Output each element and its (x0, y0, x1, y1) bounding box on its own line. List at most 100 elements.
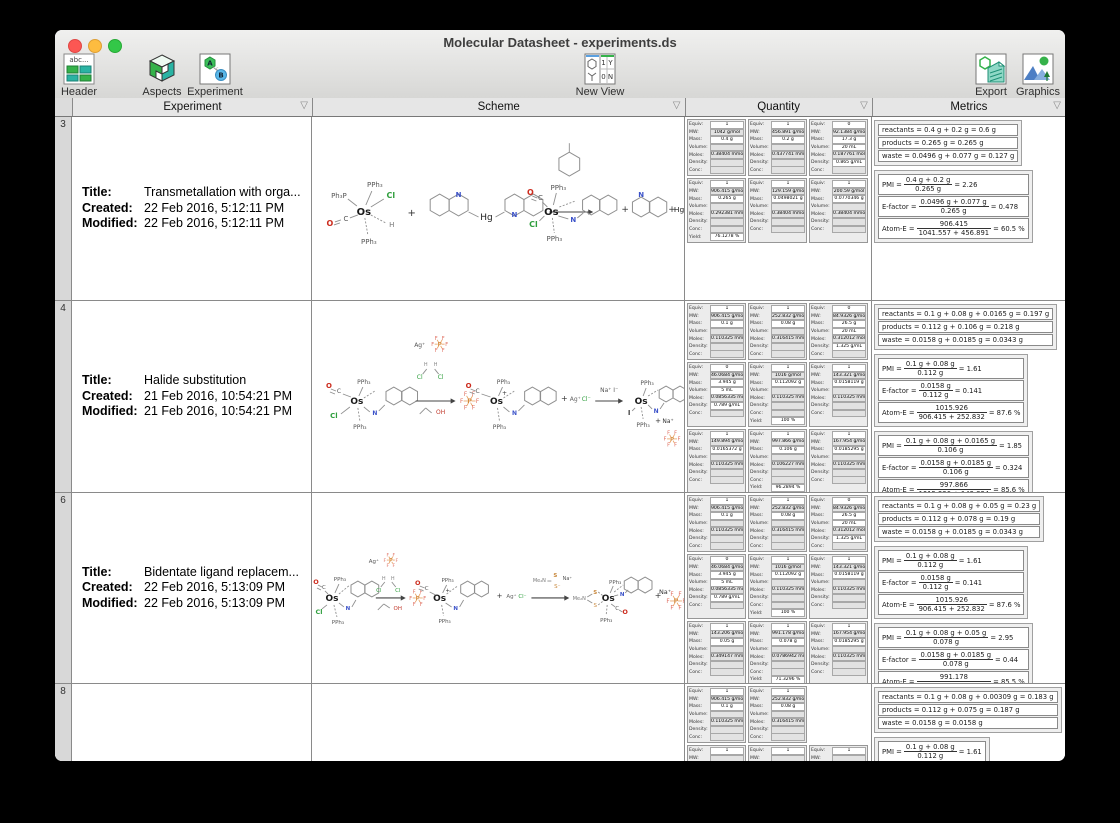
column-header-experiment[interactable]: Experiment ▽ (73, 98, 313, 116)
svg-text:Ph₃P: Ph₃P (331, 192, 347, 200)
column-header-metrics[interactable]: Metrics ▽ (873, 98, 1065, 116)
mw-field[interactable] (710, 755, 744, 761)
yield-field[interactable]: 100 % (771, 417, 805, 425)
conc-field[interactable] (771, 166, 805, 174)
row-number[interactable]: 3 (55, 117, 72, 300)
quantity-form[interactable]: Equiv:1MW:252.832 g/molMass:0.08 gVolume… (748, 303, 807, 360)
conc-field[interactable] (771, 226, 805, 234)
yield-field[interactable]: 100 % (771, 609, 805, 617)
conc-field[interactable] (771, 542, 805, 550)
experiment-modified-value: 22 Feb 2016, 5:12:11 PM (144, 216, 284, 232)
quantity-form[interactable]: Equiv:1MW:1016 g/molMass:0.112092 gVolum… (748, 362, 807, 427)
conc-field[interactable] (710, 542, 744, 550)
yield-field[interactable]: 71.3296 % (771, 676, 805, 683)
quantity-form[interactable]: Equiv:1MW:997.866 g/molMass:0.106 gVolum… (748, 429, 807, 492)
filter-triangle-icon[interactable]: ▽ (1053, 100, 1061, 111)
conc-field[interactable] (832, 542, 866, 550)
quantity-form[interactable]: Equiv:1MW:Mass:Volume:Moles:Density:Conc… (809, 745, 868, 761)
quantity-form[interactable]: Equiv:1MW:906.415 g/molMass:0.265 gVolum… (687, 178, 746, 243)
experiment-cell[interactable] (72, 684, 312, 761)
quantity-form[interactable]: Equiv:1MW:143.321 g/molMass:0.0158119 gV… (809, 362, 868, 427)
quantity-field: Moles:0.110325 mmol (689, 527, 744, 535)
conc-field[interactable] (771, 350, 805, 358)
header-button[interactable]: abc... Header (55, 53, 111, 98)
conc-field[interactable] (710, 733, 744, 741)
transmetallation-scheme[interactable]: OsPPh₃Ph₃PClHPPh₃CO+NHgNOCOsPPh₃ClPPh₃N+… (312, 117, 684, 300)
conc-field[interactable] (710, 166, 744, 174)
quantity-form[interactable]: Equiv:1MW:252.832 g/molMass:0.08 gVolume… (748, 495, 807, 552)
row-number[interactable]: 8 (55, 684, 72, 761)
quantity-form[interactable]: Equiv:1MW:143.206 g/molMass:0.05 gVolume… (687, 621, 746, 683)
quantity-form[interactable]: Equiv:1MW:Mass:Volume:Moles:Density:Conc… (748, 745, 807, 761)
filter-triangle-icon[interactable]: ▽ (860, 100, 868, 111)
mass-summary-line: reactants = 0.1 g + 0.08 g + 0.0165 g = … (878, 308, 1053, 320)
quantity-form[interactable]: Equiv:0MW:46.0684 g/molMass:3.945 gVolum… (687, 554, 746, 619)
conc-field[interactable] (832, 476, 866, 484)
scheme-cell[interactable]: OsOCPPh₃ClPPh₃NAg⁺FFFFFFPHHClClOHFFFFFFP… (312, 301, 685, 492)
quantity-form[interactable]: Equiv:1MW:1042 g/molMass:0.4 gVolume:Mol… (687, 119, 746, 176)
quantity-form[interactable]: Equiv:1MW:991.178 g/molMass:0.078 gVolum… (748, 621, 807, 683)
filter-triangle-icon[interactable]: ▽ (673, 100, 681, 111)
metric-label: E-factor = (882, 464, 917, 472)
filter-triangle-icon[interactable]: ▽ (300, 100, 308, 111)
quantity-form[interactable]: Equiv:0MW:92.1384 g/molMass:17.3 gVolume… (809, 119, 868, 176)
moles-label: Moles: (750, 212, 771, 217)
experiment-cell[interactable]: Title:Halide substitutionCreated:21 Feb … (72, 301, 312, 492)
conc-field[interactable] (832, 668, 866, 676)
yield-field[interactable]: 96.2894 % (771, 484, 805, 492)
conc-field[interactable] (710, 410, 744, 418)
experiment-modified: Modified:22 Feb 2016, 5:12:11 PM (82, 216, 311, 232)
yield-field[interactable]: 76.1278 % (710, 233, 744, 241)
quantity-form[interactable]: Equiv:1MW:200.59 g/molMass:0.0770346 gVo… (809, 178, 868, 243)
partial-scheme[interactable]: FFFFFFP (312, 719, 684, 761)
quantity-form[interactable]: Equiv:1MW:456.891 g/molMass:0.2 gVolume:… (748, 119, 807, 176)
conc-label: Conc: (689, 544, 710, 549)
quantity-form[interactable]: Equiv:1MW:149.894 g/molMass:0.0165372 gV… (687, 429, 746, 492)
column-header-quantity[interactable]: Quantity ▽ (686, 98, 873, 116)
conc-field[interactable] (710, 476, 744, 484)
conc-field[interactable] (710, 602, 744, 610)
conc-field[interactable] (832, 226, 866, 234)
new-view-button[interactable]: 1 Y 0 N New View (568, 53, 632, 98)
scheme-cell[interactable]: OsPPh₃Ph₃PClHPPh₃CO+NHgNOCOsPPh₃ClPPh₃N+… (312, 117, 685, 300)
experiment-cell[interactable]: Title:Transmetallation with orga...Creat… (72, 117, 312, 300)
conc-field[interactable] (710, 668, 744, 676)
quantity-form[interactable]: Equiv:1MW:167.954 g/molMass:0.0185295 gV… (809, 621, 868, 683)
quantity-form[interactable]: Equiv:1MW:129.159 g/molMass:0.0498021 gV… (748, 178, 807, 243)
quantity-field: Conc: (750, 734, 805, 742)
graphics-button[interactable]: Graphics (1006, 53, 1065, 98)
quantity-form[interactable]: Equiv:1MW:1016 g/molMass:0.112092 gVolum… (748, 554, 807, 619)
conc-field[interactable] (832, 410, 866, 418)
row-number[interactable]: 4 (55, 301, 72, 492)
mass-label: Mass: (750, 573, 771, 578)
conc-field[interactable] (832, 350, 866, 358)
row-number[interactable]: 6 (55, 493, 72, 683)
quantity-form[interactable]: Equiv:1MW:906.415 g/molMass:0.1 gVolume:… (687, 303, 746, 360)
conc-field[interactable] (771, 733, 805, 741)
bidentate-ligand-scheme[interactable]: OsOCPPh₃ClPPh₃NAg⁺FFFFFFPHHClClOHFFFFFFP… (312, 493, 684, 683)
conc-field[interactable] (832, 166, 866, 174)
column-header-scheme[interactable]: Scheme ▽ (313, 98, 686, 116)
scheme-cell[interactable]: FFFFFFP (312, 684, 685, 761)
mass-label: Mass: (750, 137, 771, 142)
mw-field[interactable] (771, 755, 805, 761)
scheme-cell[interactable]: OsOCPPh₃ClPPh₃NAg⁺FFFFFFPHHClClOHFFFFFFP… (312, 493, 685, 683)
conc-field[interactable] (710, 350, 744, 358)
quantity-form[interactable]: Equiv:0MW:84.9326 g/molMass:26.5 gVolume… (809, 303, 868, 360)
quantity-form[interactable]: Equiv:1MW:Mass:Volume:Moles:Density:Conc… (687, 745, 746, 761)
quantity-form[interactable]: Equiv:1MW:906.415 g/molMass:0.1 gVolume:… (687, 686, 746, 743)
quantity-form[interactable]: Equiv:1MW:906.415 g/molMass:0.1 gVolume:… (687, 495, 746, 552)
experiment-cell[interactable]: Title:Bidentate ligand replacem...Create… (72, 493, 312, 683)
quantity-form[interactable]: Equiv:1MW:167.954 g/molMass:0.0185295 gV… (809, 429, 868, 492)
experiment-button[interactable]: A c B Experiment (183, 53, 247, 98)
quantity-form[interactable]: Equiv:0MW:46.0684 g/molMass:3.945 gVolum… (687, 362, 746, 427)
conc-field[interactable] (832, 602, 866, 610)
quantity-form[interactable]: Equiv:0MW:84.9326 g/molMass:26.5 gVolume… (809, 495, 868, 552)
quantity-field: Density: (750, 535, 805, 543)
aspects-button-label: Aspects (142, 86, 181, 98)
halide-substitution-scheme[interactable]: OsOCPPh₃ClPPh₃NAg⁺FFFFFFPHHClClOHFFFFFFP… (312, 301, 684, 492)
quantity-form[interactable]: Equiv:1MW:252.832 g/molMass:0.08 gVolume… (748, 686, 807, 743)
mw-field[interactable] (832, 755, 866, 761)
quantity-form[interactable]: Equiv:1MW:143.321 g/molMass:0.0158119 gV… (809, 554, 868, 619)
metric-label: E-factor = (882, 656, 917, 664)
